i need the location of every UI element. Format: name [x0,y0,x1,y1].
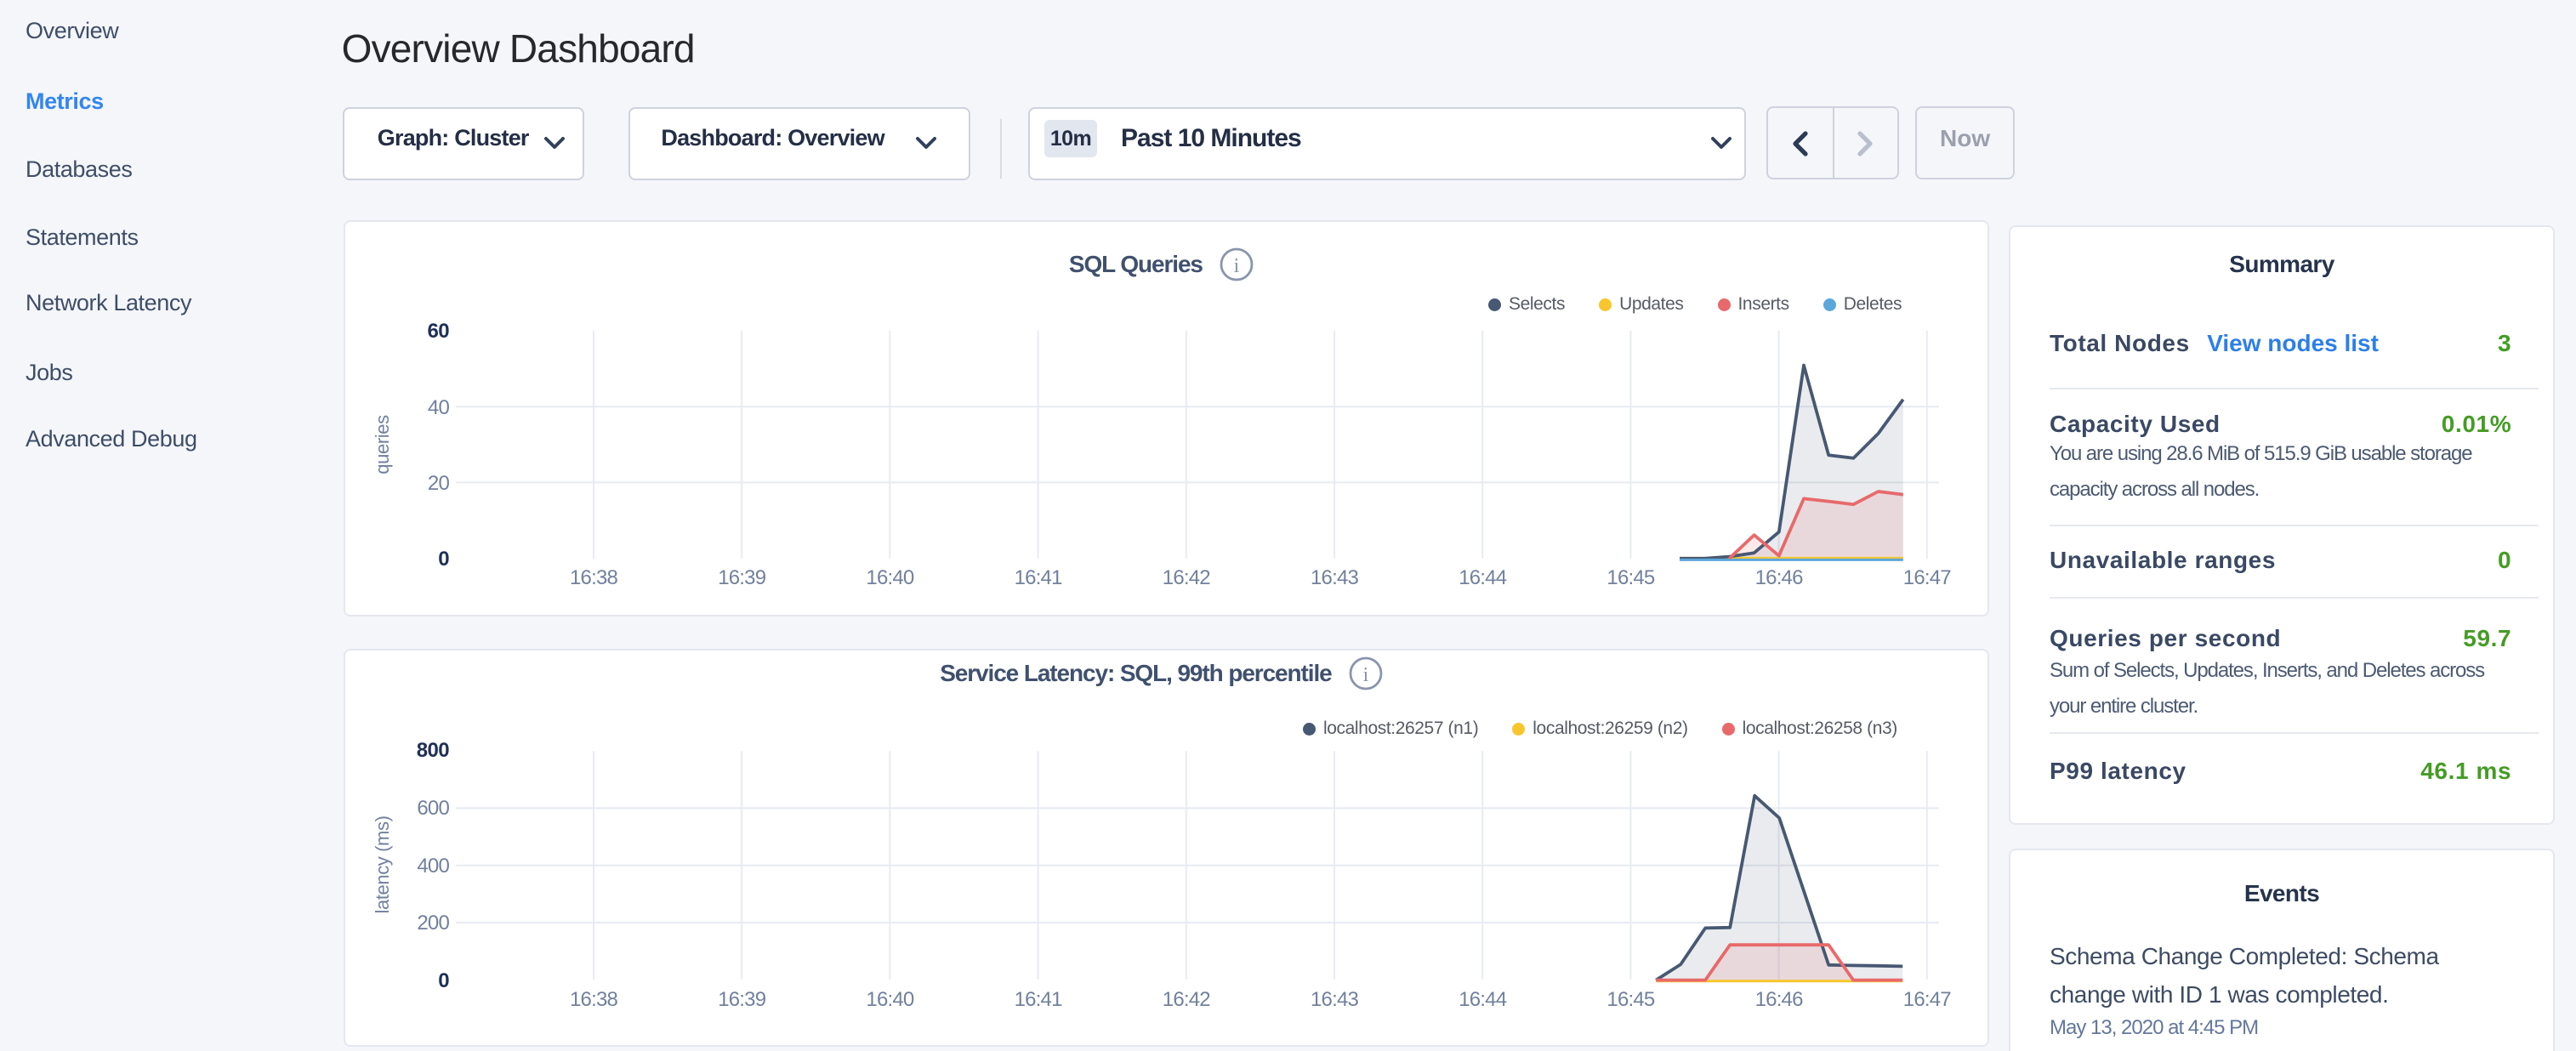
svg-text:i: i [1362,664,1368,686]
svg-text:i: i [1234,255,1240,277]
